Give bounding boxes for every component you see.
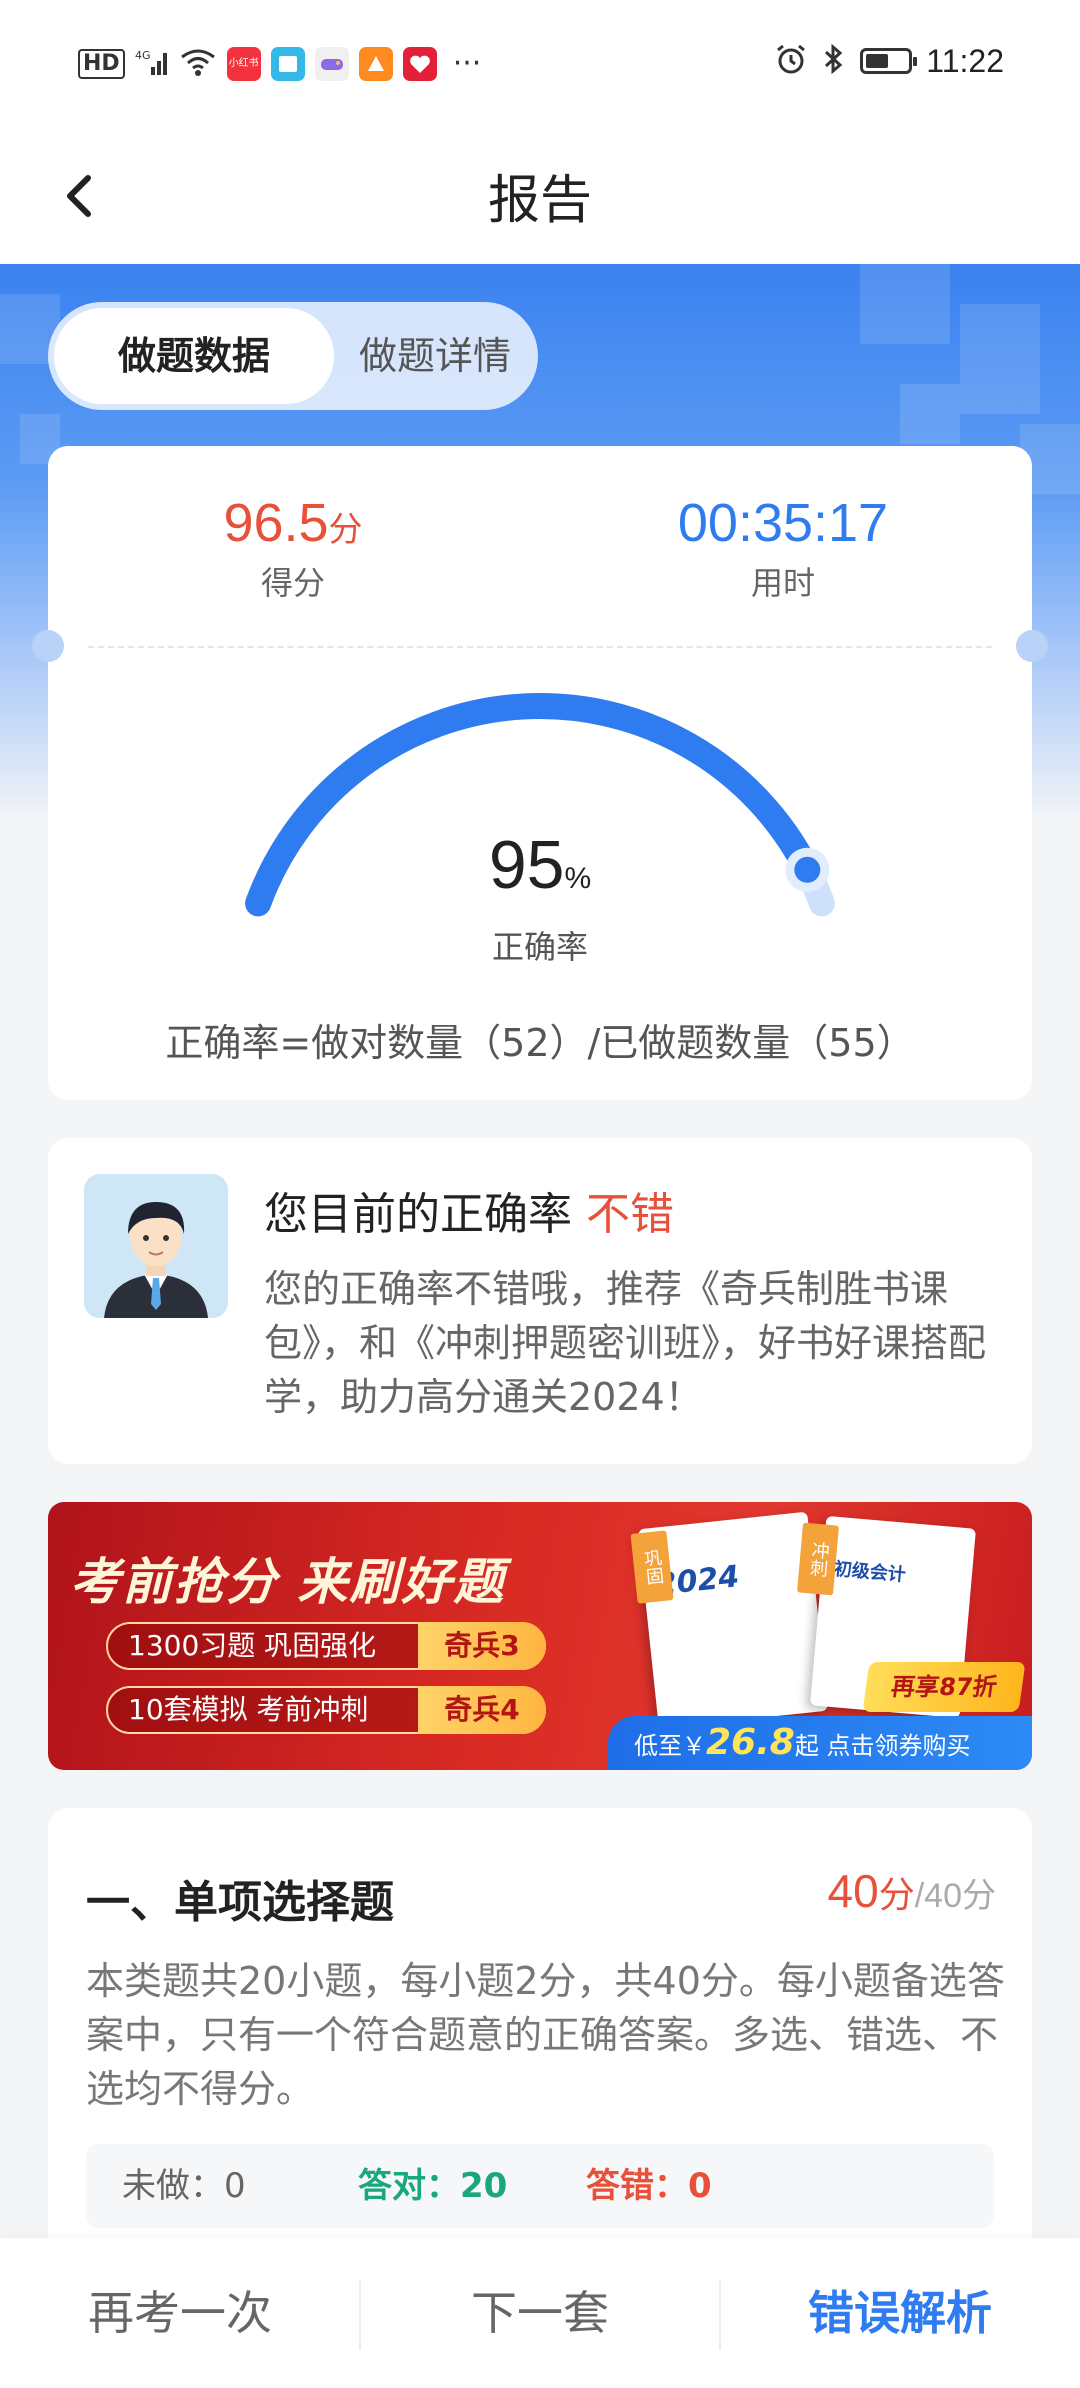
bluetooth-icon	[822, 42, 846, 80]
banner-row-practice: 1300习题 巩固强化 奇兵3	[106, 1622, 546, 1670]
score-number: 96.5	[223, 493, 329, 553]
more-notifications-icon: ···	[452, 46, 482, 81]
report-tabs: 做题数据 做题详情	[48, 302, 538, 410]
section-title: 一、单项选择题	[86, 1877, 394, 1928]
comment-card: 您目前的正确率 不错 您的正确率不错哦，推荐《奇兵制胜书课包》，和《冲刺押题密训…	[48, 1138, 1032, 1464]
status-bar-left: HD 4G 小红书 ···	[78, 46, 481, 81]
section-stats: 未做：0 答对：20 答错：0	[86, 2144, 994, 2228]
coupon-cta-text: 低至￥26.8起 点击领券购买	[634, 1716, 970, 1770]
accuracy-value: 95%	[48, 826, 1032, 904]
card-notch-right	[1016, 630, 1048, 662]
section-score-unit: 分	[878, 1874, 915, 1915]
book-title: 初级会计	[833, 1558, 907, 1586]
banner-row-mock: 10套模拟 考前冲刺 奇兵4	[106, 1686, 546, 1734]
battery-icon	[860, 48, 918, 74]
status-bar-right: 11:22	[774, 42, 1004, 80]
section-score-got: 40	[827, 1865, 879, 1917]
health-app-icon	[402, 46, 437, 81]
time-used-value: 00:35:17	[677, 493, 889, 553]
cta-price: 26.8	[706, 1722, 795, 1763]
score-unit: 分	[328, 511, 363, 549]
comment-title: 您目前的正确率 不错	[264, 1178, 674, 1242]
tab-practice-data[interactable]: 做题数据	[54, 308, 334, 404]
stat-correct: 答对：20	[358, 2166, 508, 2206]
accuracy-number: 95	[488, 827, 565, 903]
alarm-icon	[774, 42, 808, 80]
accuracy-label: 正确率	[491, 928, 588, 966]
discount-badge: 再享87折	[862, 1662, 1026, 1712]
book-tag: 冲刺	[797, 1522, 839, 1596]
accuracy-formula: 正确率=做对数量（52）/已做题数量（55）	[165, 1021, 915, 1065]
section-description: 本类题共20小题，每小题2分，共40分。每小题备选答案中，只有一个符合题意的正确…	[86, 1959, 1005, 2111]
reader-app-icon	[270, 46, 305, 81]
stat-undone: 未做：0	[122, 2166, 246, 2206]
score-value: 96.5分	[48, 492, 538, 554]
tab-practice-details[interactable]: 做题详情	[338, 308, 532, 404]
error-analysis-button[interactable]: 错误解析	[720, 2238, 1080, 2388]
cta-suffix: 起 点击领券购买	[794, 1732, 971, 1760]
banner-row-tag: 奇兵4	[418, 1686, 546, 1734]
score-label: 得分	[260, 564, 325, 602]
retake-button[interactable]: 再考一次	[0, 2238, 360, 2388]
status-bar: HD 4G 小红书 ··· 11:22	[0, 0, 1080, 128]
next-set-button[interactable]: 下一套	[360, 2238, 720, 2388]
section-score: 40分/40分	[828, 1864, 996, 1918]
section-score-total: /40分	[914, 1877, 996, 1915]
game-app-icon	[314, 46, 349, 81]
comment-rating: 不错	[586, 1189, 674, 1240]
coupon-cta[interactable]: 低至￥26.8起 点击领券购买	[608, 1716, 1032, 1770]
stat-wrong: 答错：0	[586, 2166, 712, 2206]
comment-text: 您的正确率不错哦，推荐《奇兵制胜书课包》，和《冲刺押题密训班》，好书好课搭配学，…	[264, 1267, 987, 1419]
accuracy-unit: %	[564, 862, 592, 895]
banner-row-tag: 奇兵3	[418, 1622, 546, 1670]
divider	[88, 646, 992, 648]
score-card: 96.5分 得分 00:35:17 用时 95% 正确率 正确率=做对数量（52…	[32, 446, 1048, 1100]
wifi-icon	[179, 47, 217, 81]
cta-prefix: 低至￥	[634, 1732, 706, 1760]
avatar	[84, 1174, 228, 1318]
cellular-signal-icon: 4G	[135, 47, 169, 81]
banner-title: 考前抢分 来刷好题	[70, 1553, 506, 1611]
page-title: 报告	[487, 171, 592, 231]
xiaohongshu-app-icon: 小红书	[226, 46, 261, 81]
svg-text:4G: 4G	[135, 49, 151, 62]
banner-row-text: 10套模拟 考前冲刺	[128, 1693, 369, 1726]
bottom-action-bar: 再考一次 下一套 错误解析	[0, 2238, 1080, 2388]
book-tag: 巩固	[630, 1530, 674, 1604]
card-notch-left	[32, 630, 64, 662]
hd-icon: HD	[78, 48, 125, 79]
promo-banner[interactable]: 考前抢分 来刷好题 1300习题 巩固强化 奇兵3 10套模拟 考前冲刺 奇兵4…	[48, 1502, 1032, 1770]
taobao-app-icon	[358, 46, 393, 81]
banner-row-text: 1300习题 巩固强化	[128, 1629, 377, 1662]
comment-title-prefix: 您目前的正确率	[264, 1189, 572, 1240]
time-used-label: 用时	[750, 564, 815, 602]
nav-bar: 报告	[0, 128, 1080, 264]
clock: 11:22	[926, 42, 1004, 79]
